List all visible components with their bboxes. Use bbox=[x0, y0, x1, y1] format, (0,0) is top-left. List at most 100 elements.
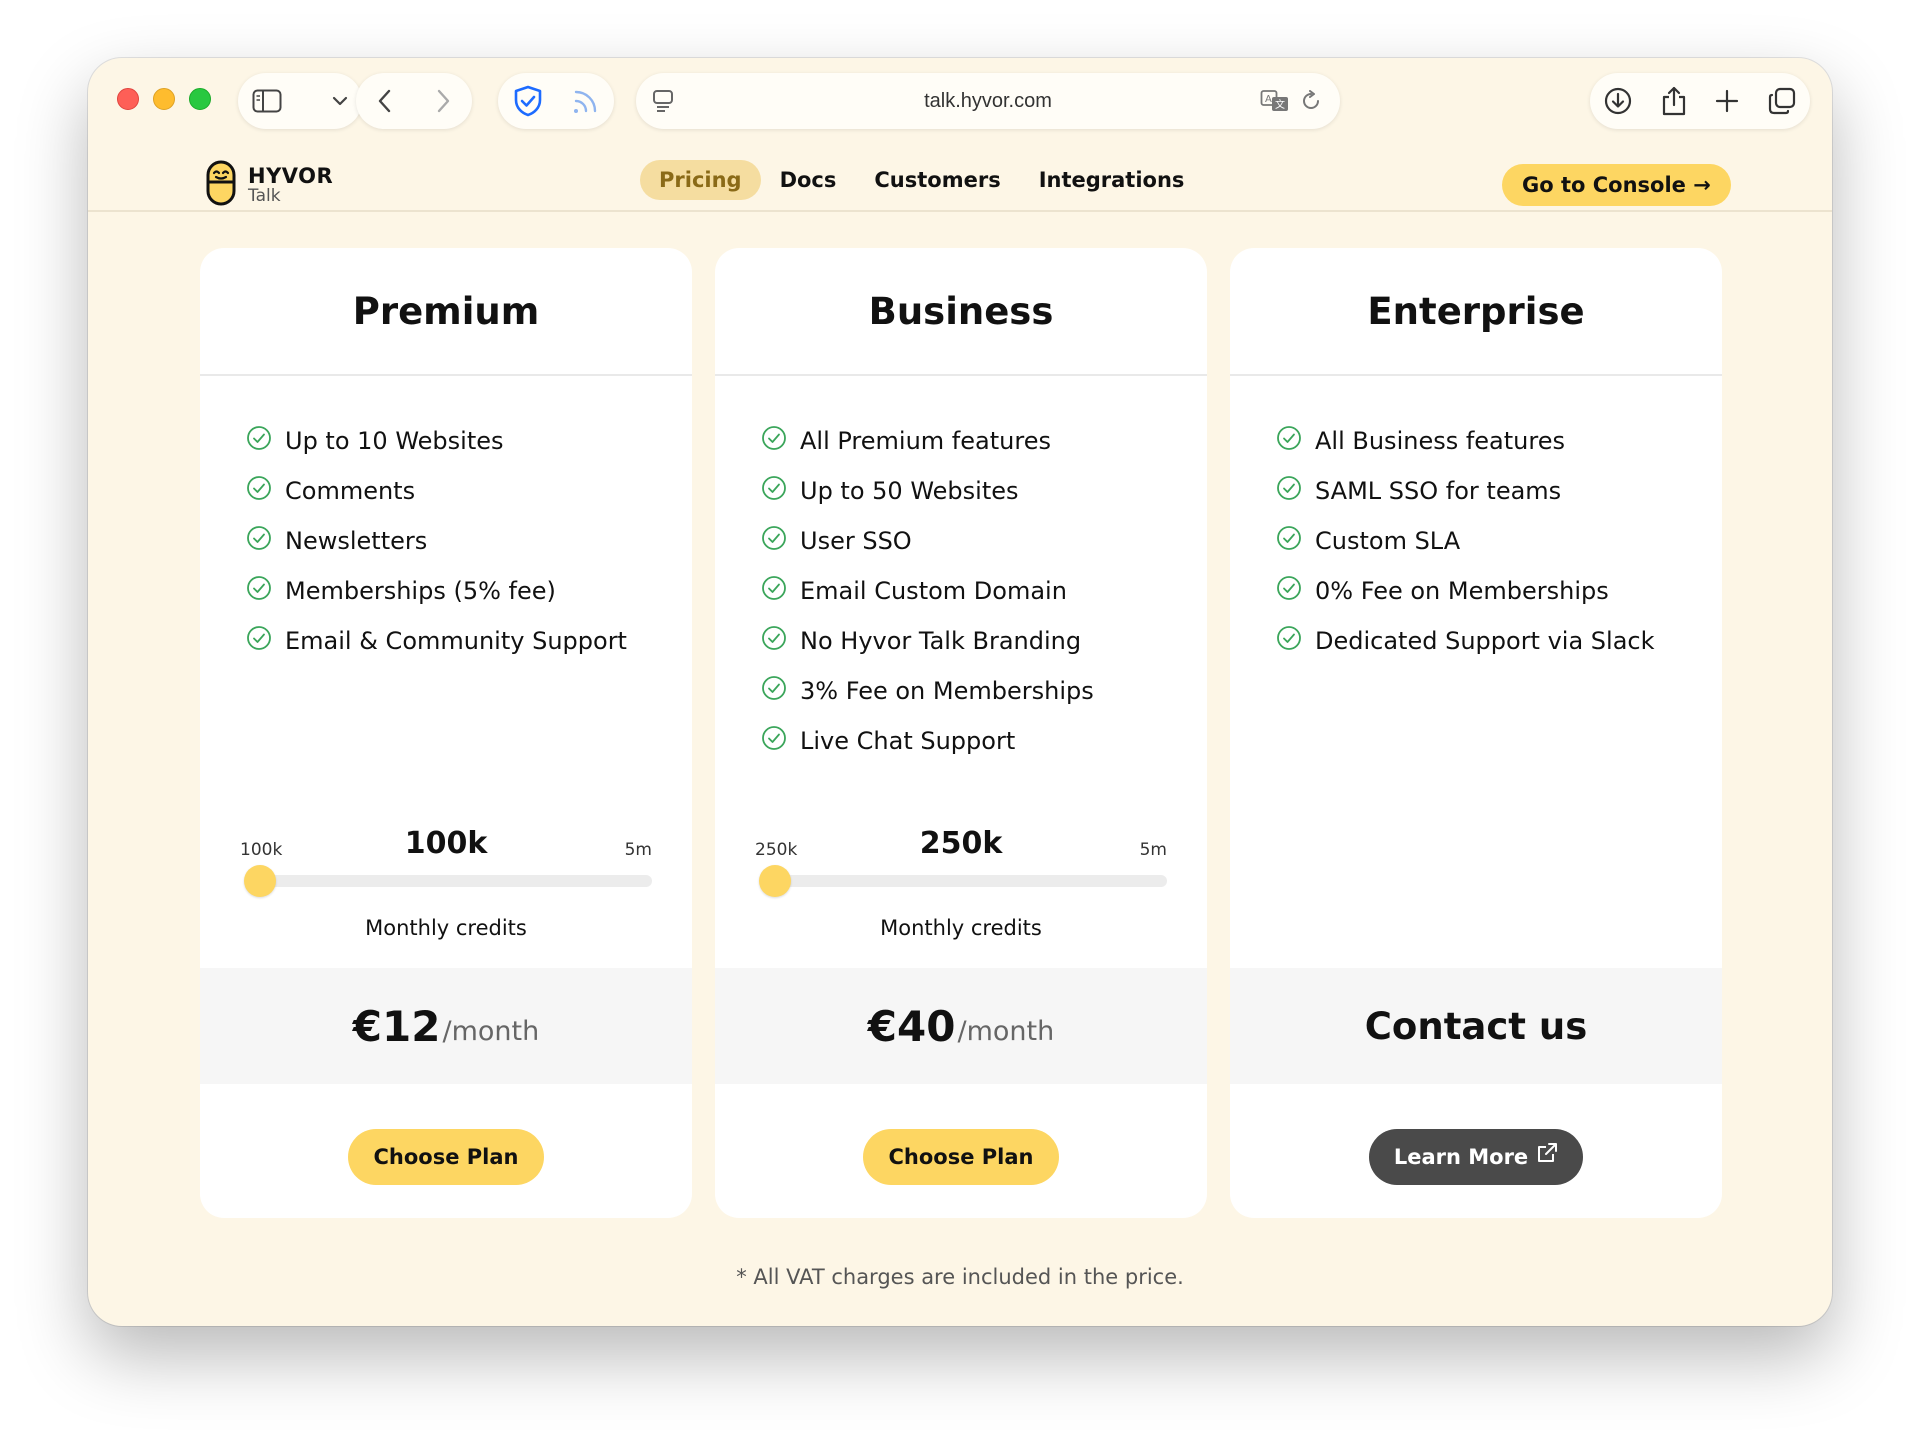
minimize-window-button[interactable] bbox=[153, 88, 175, 110]
sidebar-controls bbox=[238, 73, 362, 129]
feature-label: User SSO bbox=[800, 527, 912, 555]
window-controls bbox=[117, 88, 211, 110]
check-circle-icon bbox=[1276, 575, 1302, 607]
nav-integrations[interactable]: Integrations bbox=[1020, 160, 1204, 200]
hyvor-logo-icon bbox=[206, 160, 236, 210]
brand-text: HYVOR Talk bbox=[248, 165, 333, 205]
plan-card-enterprise: Enterprise All Business features SAML SS… bbox=[1230, 248, 1722, 1218]
feature-label: All Business features bbox=[1315, 427, 1565, 455]
feature-item: Newsletters bbox=[246, 516, 692, 566]
nav-pricing[interactable]: Pricing bbox=[640, 160, 761, 200]
slider-caption: Monthly credits bbox=[880, 916, 1042, 940]
slider-current-value: 250k bbox=[919, 826, 1003, 861]
feature-label: Comments bbox=[285, 477, 416, 505]
credits-slider: 100k 100k 5m Monthly credits bbox=[240, 818, 652, 948]
feature-item: Email & Community Support bbox=[246, 616, 692, 666]
svg-text:文: 文 bbox=[1275, 98, 1285, 111]
check-circle-icon bbox=[761, 575, 787, 607]
feature-item: User SSO bbox=[761, 516, 1207, 566]
sidebar-toggle-icon[interactable] bbox=[252, 89, 282, 113]
feature-label: Up to 10 Websites bbox=[285, 427, 504, 455]
check-circle-icon bbox=[1276, 525, 1302, 557]
svg-text:A: A bbox=[1265, 94, 1272, 105]
feature-list: Up to 10 Websites Comments Newsletters M… bbox=[200, 376, 692, 666]
price-amount: €40 bbox=[867, 1001, 956, 1051]
reload-icon[interactable] bbox=[1300, 90, 1322, 116]
check-circle-icon bbox=[246, 575, 272, 607]
check-circle-icon bbox=[761, 425, 787, 457]
feature-label: Custom SLA bbox=[1315, 527, 1461, 555]
feature-item: Memberships (5% fee) bbox=[246, 566, 692, 616]
plan-title: Enterprise bbox=[1230, 248, 1722, 376]
contact-us-label: Contact us bbox=[1364, 1004, 1588, 1048]
translate-icon[interactable]: A文 bbox=[1260, 89, 1290, 117]
check-circle-icon bbox=[761, 725, 787, 757]
credits-slider: 250k 250k 5m Monthly credits bbox=[755, 818, 1167, 948]
feed-icon[interactable] bbox=[572, 87, 600, 115]
feature-label: SAML SSO for teams bbox=[1315, 477, 1562, 505]
feature-item: 3% Fee on Memberships bbox=[761, 666, 1207, 716]
zoom-window-button[interactable] bbox=[189, 88, 211, 110]
feature-label: All Premium features bbox=[800, 427, 1051, 455]
feature-item: Email Custom Domain bbox=[761, 566, 1207, 616]
feature-label: Dedicated Support via Slack bbox=[1315, 627, 1655, 655]
history-controls bbox=[356, 73, 472, 129]
feature-item: Up to 50 Websites bbox=[761, 466, 1207, 516]
share-icon[interactable] bbox=[1661, 86, 1687, 116]
check-circle-icon bbox=[761, 675, 787, 707]
plan-card-business: Business All Premium features Up to 50 W… bbox=[715, 248, 1207, 1218]
nav-docs[interactable]: Docs bbox=[761, 160, 856, 200]
price-period: /month bbox=[442, 1015, 540, 1047]
feature-label: No Hyvor Talk Branding bbox=[800, 627, 1082, 655]
brand-logo[interactable]: HYVOR Talk bbox=[206, 160, 333, 210]
check-circle-icon bbox=[246, 475, 272, 507]
address-bar[interactable]: talk.hyvor.com A文 bbox=[636, 73, 1340, 129]
slider-track[interactable] bbox=[759, 865, 1167, 897]
learn-more-button[interactable]: Learn More bbox=[1369, 1129, 1583, 1185]
check-circle-icon bbox=[761, 525, 787, 557]
slider-current-value: 100k bbox=[404, 826, 488, 861]
chevron-down-icon[interactable] bbox=[332, 95, 348, 107]
check-circle-icon bbox=[246, 425, 272, 457]
feature-item: 0% Fee on Memberships bbox=[1276, 566, 1722, 616]
price-amount: €12 bbox=[352, 1001, 441, 1051]
nav-customers[interactable]: Customers bbox=[855, 160, 1019, 200]
slider-handle[interactable] bbox=[244, 865, 276, 897]
check-circle-icon bbox=[1276, 625, 1302, 657]
new-tab-icon[interactable] bbox=[1715, 89, 1739, 113]
feature-label: Memberships (5% fee) bbox=[285, 577, 556, 605]
tab-overview-icon[interactable] bbox=[1768, 87, 1796, 115]
choose-plan-button[interactable]: Choose Plan bbox=[863, 1129, 1059, 1185]
feature-item: Custom SLA bbox=[1276, 516, 1722, 566]
extension-controls bbox=[498, 73, 614, 129]
vat-footnote: * All VAT charges are included in the pr… bbox=[736, 1265, 1184, 1289]
plan-card-premium: Premium Up to 10 Websites Comments Newsl… bbox=[200, 248, 692, 1218]
slider-max-label: 5m bbox=[1139, 840, 1167, 860]
shield-icon[interactable] bbox=[513, 85, 543, 117]
choose-plan-button[interactable]: Choose Plan bbox=[348, 1129, 544, 1185]
feature-list: All Premium features Up to 50 Websites U… bbox=[715, 376, 1207, 766]
back-icon[interactable] bbox=[377, 88, 393, 114]
feature-label: Live Chat Support bbox=[800, 727, 1016, 755]
url-text: talk.hyvor.com bbox=[924, 90, 1052, 112]
download-icon[interactable] bbox=[1604, 87, 1632, 115]
close-window-button[interactable] bbox=[117, 88, 139, 110]
price-band: €12 /month bbox=[200, 968, 692, 1084]
forward-icon[interactable] bbox=[435, 88, 451, 114]
check-circle-icon bbox=[761, 475, 787, 507]
feature-item: All Business features bbox=[1276, 416, 1722, 466]
price-band: Contact us bbox=[1230, 968, 1722, 1084]
feature-list: All Business features SAML SSO for teams… bbox=[1230, 376, 1722, 666]
feature-item: All Premium features bbox=[761, 416, 1207, 466]
feature-item: SAML SSO for teams bbox=[1276, 466, 1722, 516]
feature-label: Up to 50 Websites bbox=[800, 477, 1019, 505]
go-to-console-button[interactable]: Go to Console → bbox=[1502, 164, 1731, 206]
slider-handle[interactable] bbox=[759, 865, 791, 897]
slider-track[interactable] bbox=[244, 865, 652, 897]
price-band: €40 /month bbox=[715, 968, 1207, 1084]
check-circle-icon bbox=[1276, 425, 1302, 457]
plan-title: Premium bbox=[200, 248, 692, 376]
feature-label: Email Custom Domain bbox=[800, 577, 1067, 605]
check-circle-icon bbox=[761, 625, 787, 657]
check-circle-icon bbox=[246, 625, 272, 657]
